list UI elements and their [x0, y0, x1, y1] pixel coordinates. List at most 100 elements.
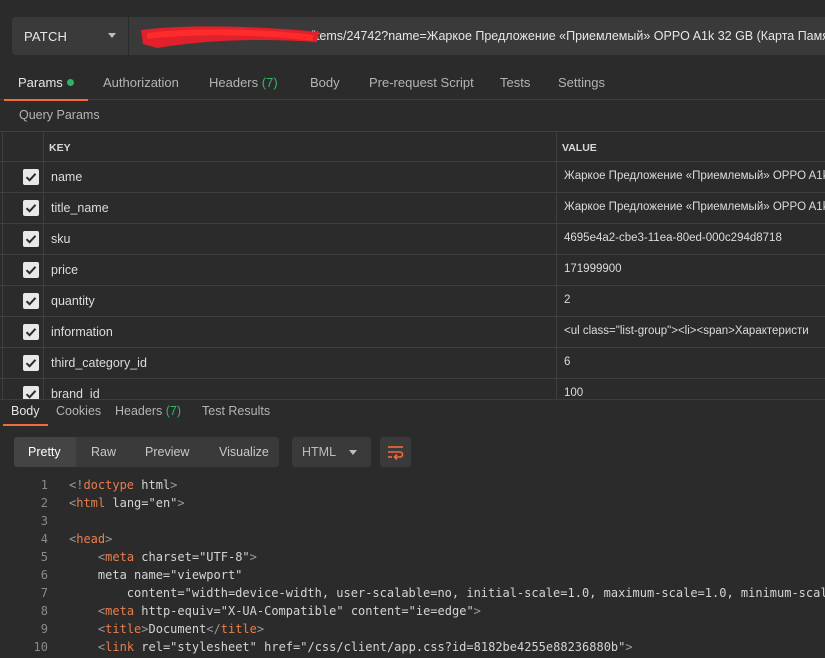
query-params-title: Query Params	[19, 108, 100, 122]
method-label: PATCH	[24, 28, 68, 44]
tab-pre-request-script[interactable]: Pre-request Script	[369, 66, 474, 100]
param-key[interactable]: price	[51, 263, 78, 277]
param-enabled-checkbox[interactable]	[23, 293, 39, 309]
param-value[interactable]: 2	[564, 294, 570, 306]
request-tabs: Params Authorization Headers (7) Body Pr…	[0, 66, 825, 101]
value-column-header: VALUE	[562, 142, 597, 154]
request-bar: PATCH /items/24742?name=Жаркое Предложен…	[0, 0, 825, 66]
line-number: 1	[40, 478, 48, 492]
response-code-viewer[interactable]: 1 <!doctype html> 2 <html lang="en"> 3 4 <head…	[0, 476, 825, 658]
tab-params[interactable]: Params	[4, 66, 88, 101]
method-select[interactable]: PATCH	[12, 17, 128, 55]
wrap-lines-icon	[388, 446, 404, 460]
tab-response-body[interactable]: Body	[3, 404, 48, 426]
line-number: 3	[40, 514, 48, 528]
param-enabled-checkbox[interactable]	[23, 355, 39, 371]
param-key[interactable]: information	[51, 325, 113, 339]
check-icon	[25, 390, 37, 399]
url-text: /items/24742?name=Жаркое Предложение «Пр…	[309, 29, 825, 43]
param-value[interactable]: <ul class="list-group"><li><span>Характе…	[564, 325, 809, 337]
param-key[interactable]: sku	[51, 232, 70, 246]
code-line: 7 content="width=device-width, user-scal…	[0, 584, 825, 602]
param-value[interactable]: 6	[564, 356, 570, 368]
param-value[interactable]: 100	[564, 387, 583, 399]
param-enabled-checkbox[interactable]	[23, 200, 39, 216]
line-number: 2	[40, 496, 48, 510]
code-text: <head>	[69, 532, 113, 546]
code-text: <title>Document</title>	[97, 622, 265, 636]
tab-authorization[interactable]: Authorization	[103, 66, 179, 100]
param-enabled-checkbox[interactable]	[23, 231, 39, 247]
code-text: <meta http-equiv="X-UA-Compatible" conte…	[97, 604, 481, 618]
param-key[interactable]: brand_id	[51, 387, 100, 399]
format-select[interactable]: HTML	[292, 437, 371, 467]
line-number: 8	[40, 604, 48, 618]
code-text: meta name="viewport"	[97, 568, 243, 582]
param-value[interactable]: Жаркое Предложение «Приемлемый» OPPO A1k	[564, 170, 825, 182]
param-value[interactable]: Жаркое Предложение «Приемлемый» OPPO A1k	[564, 201, 825, 213]
tab-test-results[interactable]: Test Results	[202, 404, 270, 418]
line-number: 7	[40, 586, 48, 600]
code-line: 1 <!doctype html>	[0, 476, 825, 494]
param-value[interactable]: 171999900	[564, 263, 622, 275]
check-icon	[25, 235, 37, 244]
tab-response-headers[interactable]: Headers (7)	[115, 404, 181, 418]
param-enabled-checkbox[interactable]	[23, 386, 39, 399]
active-tab-underline	[4, 99, 88, 101]
tab-cookies[interactable]: Cookies	[56, 404, 101, 418]
table-row: title_name Жаркое Предложение «Приемлемый…	[0, 193, 825, 224]
table-header: KEY VALUE	[0, 131, 825, 162]
view-pretty[interactable]: Pretty	[28, 445, 61, 459]
param-key[interactable]: title_name	[51, 201, 109, 215]
code-line: 2 <html lang="en">	[0, 494, 825, 512]
format-label: HTML	[302, 445, 337, 459]
param-enabled-checkbox[interactable]	[23, 169, 39, 185]
param-key[interactable]: quantity	[51, 294, 95, 308]
code-text: <meta charset="UTF-8">	[97, 550, 257, 564]
code-line: 5 <meta charset="UTF-8">	[0, 548, 825, 566]
param-key[interactable]: name	[51, 170, 82, 184]
code-line: 4 <head>	[0, 530, 825, 548]
table-row: third_category_id 6	[0, 348, 825, 379]
line-number: 6	[40, 568, 48, 582]
code-line: 6 meta name="viewport"	[0, 566, 825, 584]
headers-count: (7)	[261, 75, 278, 90]
code-text: <link rel="stylesheet" href="/css/client…	[97, 640, 633, 654]
check-icon	[25, 297, 37, 306]
tab-params-label: Params	[18, 75, 63, 90]
param-value[interactable]: 4695e4a2-cbe3-11ea-80ed-000c294d8718	[564, 232, 782, 244]
line-number: 4	[40, 532, 48, 546]
view-preview[interactable]: Preview	[145, 445, 189, 459]
code-text: <!doctype html>	[69, 478, 178, 492]
code-line: 10 <link rel="stylesheet" href="/css/cli…	[0, 638, 825, 656]
table-row: quantity 2	[0, 286, 825, 317]
view-visualize[interactable]: Visualize	[219, 445, 269, 459]
param-enabled-checkbox[interactable]	[23, 324, 39, 340]
code-line: 3	[0, 512, 825, 530]
code-line: 8 <meta http-equiv="X-UA-Compatible" con…	[0, 602, 825, 620]
line-number: 5	[40, 550, 48, 564]
table-row: sku 4695e4a2-cbe3-11ea-80ed-000c294d8718	[0, 224, 825, 255]
active-tab-underline	[3, 424, 48, 426]
table-row: price 171999900	[0, 255, 825, 286]
tab-headers[interactable]: Headers (7)	[209, 66, 278, 100]
redaction-mark	[141, 26, 319, 48]
code-line: 9 <title>Document</title>	[0, 620, 825, 638]
response-tabs: Body Cookies Headers (7) Test Results	[0, 399, 825, 426]
tab-body[interactable]: Body	[310, 66, 340, 100]
check-icon	[25, 328, 37, 337]
tab-tests[interactable]: Tests	[500, 66, 530, 100]
wrap-lines-button[interactable]	[380, 437, 411, 467]
param-key[interactable]: third_category_id	[51, 356, 147, 370]
check-icon	[25, 204, 37, 213]
response-headers-count: (7)	[165, 404, 182, 418]
check-icon	[25, 266, 37, 275]
view-raw[interactable]: Raw	[91, 445, 116, 459]
line-number: 9	[40, 622, 48, 636]
table-row: brand_id 100	[0, 379, 825, 399]
code-text: content="width=device-width, user-scalab…	[126, 586, 825, 600]
param-enabled-checkbox[interactable]	[23, 262, 39, 278]
chevron-down-icon	[349, 450, 357, 455]
tab-settings[interactable]: Settings	[558, 66, 605, 100]
body-view-toggle: Pretty Raw Preview Visualize	[14, 437, 279, 467]
